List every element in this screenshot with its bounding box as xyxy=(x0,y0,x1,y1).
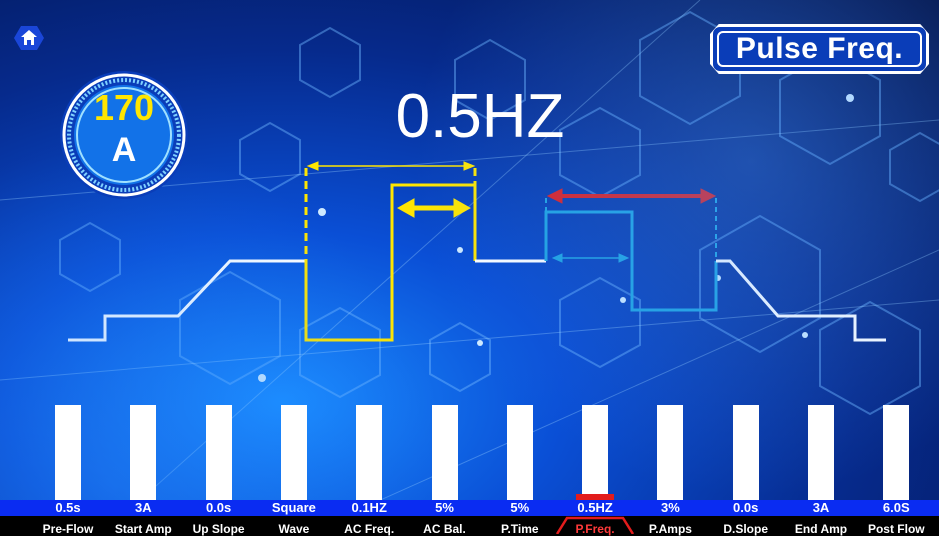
parameter-bar-p-time[interactable] xyxy=(506,405,533,500)
parameter-label-ac-freq[interactable]: AC Freq. xyxy=(332,519,407,536)
selected-parameter-value: 0.5HZ xyxy=(395,82,565,151)
home-icon xyxy=(14,26,44,50)
mode-title-badge: Pulse Freq. xyxy=(710,24,929,74)
parameter-value-start-amp[interactable]: 3A xyxy=(106,500,181,516)
parameter-bar-ac-bal[interactable] xyxy=(431,405,458,500)
parameter-bar-end-amp[interactable] xyxy=(808,405,834,500)
parameter-value-up-slope[interactable]: 0.0s xyxy=(181,500,256,516)
parameter-value-p-time[interactable]: 5% xyxy=(482,500,557,516)
parameter-bar-p-amps[interactable] xyxy=(657,405,684,500)
parameter-bar-up-slope[interactable] xyxy=(205,405,232,500)
amperage-unit: A xyxy=(111,131,137,169)
parameter-value-d-slope[interactable]: 0.0s xyxy=(708,500,783,516)
parameter-label-end-amp[interactable]: End Amp xyxy=(784,519,859,536)
parameter-value-end-amp[interactable]: 3A xyxy=(784,500,859,516)
parameter-value-pre-flow[interactable]: 0.5s xyxy=(31,500,106,516)
parameter-value-p-amps[interactable]: 3% xyxy=(633,500,708,516)
amperage-dial[interactable]: 170 A xyxy=(57,68,191,202)
ac-balance-arrow xyxy=(396,198,472,218)
parameter-bar-pre-flow[interactable] xyxy=(55,405,81,500)
parameter-bar-d-slope[interactable] xyxy=(732,405,759,500)
parameter-label-p-freq[interactable]: P.Freq. xyxy=(558,519,633,536)
weld-curve-end xyxy=(716,259,886,342)
parameter-value-wave[interactable]: Square xyxy=(256,500,331,516)
parameter-bars xyxy=(0,405,939,500)
amperage-value: 170 xyxy=(93,87,155,128)
ac-freq-span-arrow xyxy=(306,161,476,171)
parameter-bar-wave[interactable] xyxy=(280,405,307,500)
mode-title-text: Pulse Freq. xyxy=(735,32,904,65)
parameter-label-wave[interactable]: Wave xyxy=(256,519,331,536)
parameter-label-pre-flow[interactable]: Pre-Flow xyxy=(31,519,106,536)
parameter-bar-p-freq[interactable] xyxy=(576,405,615,500)
pulse-freq-span-arrow xyxy=(546,188,717,204)
parameter-label-p-amps[interactable]: P.Amps xyxy=(633,519,708,536)
parameter-label-ac-bal[interactable]: AC Bal. xyxy=(407,519,482,536)
parameter-value-strip: 0.5s 3A 0.0s Square 0.1HZ 5% 5% 0.5HZ 3% 0.0s 3A 6.… xyxy=(0,500,939,516)
parameter-label-d-slope[interactable]: D.Slope xyxy=(708,519,783,536)
parameter-value-ac-bal[interactable]: 5% xyxy=(407,500,482,516)
parameter-value-ac-freq[interactable]: 0.1HZ xyxy=(332,500,407,516)
parameter-label-post-flow[interactable]: Post Flow xyxy=(859,519,934,536)
parameter-bar-post-flow[interactable] xyxy=(883,405,910,500)
welder-screen: Pulse Freq. 170 A 0.5HZ 0.5s 3A 0.0s Square… xyxy=(0,0,939,536)
parameter-bar-ac-freq[interactable] xyxy=(356,405,383,500)
pulse-wave xyxy=(544,210,718,312)
pulse-time-arrow xyxy=(551,253,630,263)
weld-curve-start xyxy=(68,259,306,342)
home-button[interactable] xyxy=(14,26,44,50)
parameter-label-start-amp[interactable]: Start Amp xyxy=(106,519,181,536)
parameter-label-p-time[interactable]: P.Time xyxy=(482,519,557,536)
parameter-value-post-flow[interactable]: 6.0S xyxy=(859,500,934,516)
parameter-bar-start-amp[interactable] xyxy=(130,405,157,500)
parameter-value-p-freq[interactable]: 0.5HZ xyxy=(558,500,633,516)
parameter-label-strip: Pre-Flow Start Amp Up Slope Wave AC Freq. AC … xyxy=(0,516,939,536)
parameter-label-up-slope[interactable]: Up Slope xyxy=(181,519,256,536)
